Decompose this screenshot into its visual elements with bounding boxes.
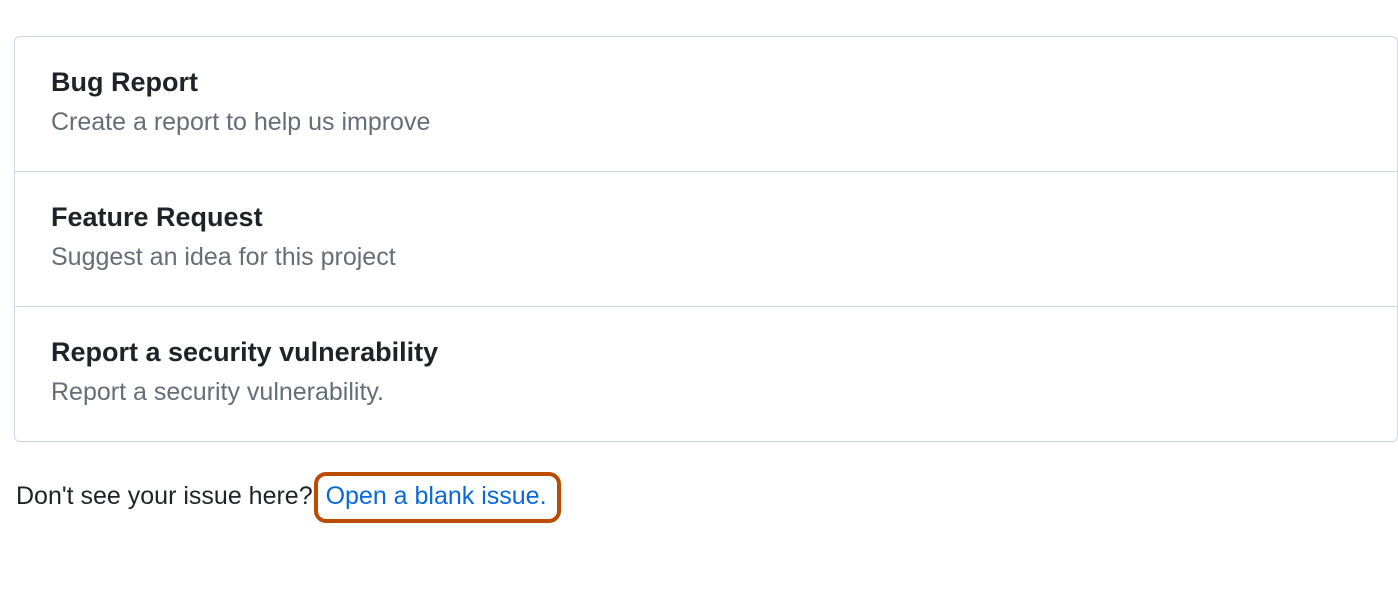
- template-title: Report a security vulnerability: [51, 337, 1361, 368]
- footer-prompt-text: Don't see your issue here?: [16, 482, 320, 510]
- template-title: Bug Report: [51, 67, 1361, 98]
- template-item-feature-request[interactable]: Feature Request Suggest an idea for this…: [15, 172, 1397, 307]
- template-item-security-vulnerability[interactable]: Report a security vulnerability Report a…: [15, 307, 1397, 441]
- template-description: Report a security vulnerability.: [51, 378, 1361, 407]
- template-description: Suggest an idea for this project: [51, 243, 1361, 272]
- issue-template-list: Bug Report Create a report to help us im…: [14, 36, 1398, 442]
- template-description: Create a report to help us improve: [51, 108, 1361, 137]
- open-blank-issue-link[interactable]: Open a blank issue.: [314, 472, 561, 523]
- template-title: Feature Request: [51, 202, 1361, 233]
- footer-prompt: Don't see your issue here? Open a blank …: [14, 472, 1398, 523]
- template-item-bug-report[interactable]: Bug Report Create a report to help us im…: [15, 37, 1397, 172]
